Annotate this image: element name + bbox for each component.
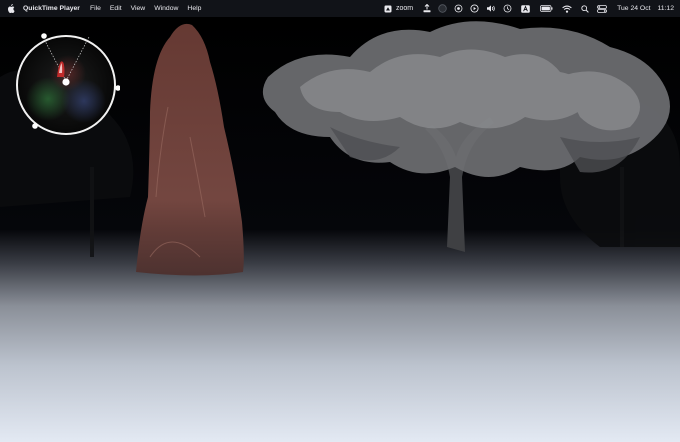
radar-minimap: [12, 31, 121, 139]
battery-icon[interactable]: [540, 5, 553, 12]
history-icon[interactable]: [503, 4, 512, 13]
menubar-time[interactable]: 11:12: [657, 5, 674, 12]
search-icon[interactable]: [581, 4, 589, 13]
control-center-icon[interactable]: [597, 4, 608, 13]
menu-edit[interactable]: Edit: [110, 5, 122, 12]
menu-bar: QuickTime Player File Edit View Window H…: [0, 0, 680, 17]
menu-view[interactable]: View: [131, 5, 146, 12]
zoom-status-label[interactable]: zoom: [396, 5, 413, 12]
zoom-app-icon[interactable]: [384, 5, 392, 13]
menu-window[interactable]: Window: [154, 5, 178, 12]
apple-icon[interactable]: [7, 4, 15, 14]
menu-app-name[interactable]: QuickTime Player: [23, 5, 80, 12]
circle-icon-outline[interactable]: [454, 4, 463, 13]
upload-icon[interactable]: [423, 4, 431, 13]
menubar-date[interactable]: Tue 24 Oct: [617, 5, 650, 12]
input-source-icon[interactable]: [521, 4, 530, 13]
menu-help[interactable]: Help: [187, 5, 201, 12]
wifi-icon[interactable]: [562, 5, 572, 13]
menu-file[interactable]: File: [90, 5, 101, 12]
volume-icon[interactable]: [486, 4, 496, 13]
play-circle-icon[interactable]: [470, 4, 479, 13]
circle-icon[interactable]: [438, 4, 447, 13]
player-marker-icon: [62, 78, 70, 86]
